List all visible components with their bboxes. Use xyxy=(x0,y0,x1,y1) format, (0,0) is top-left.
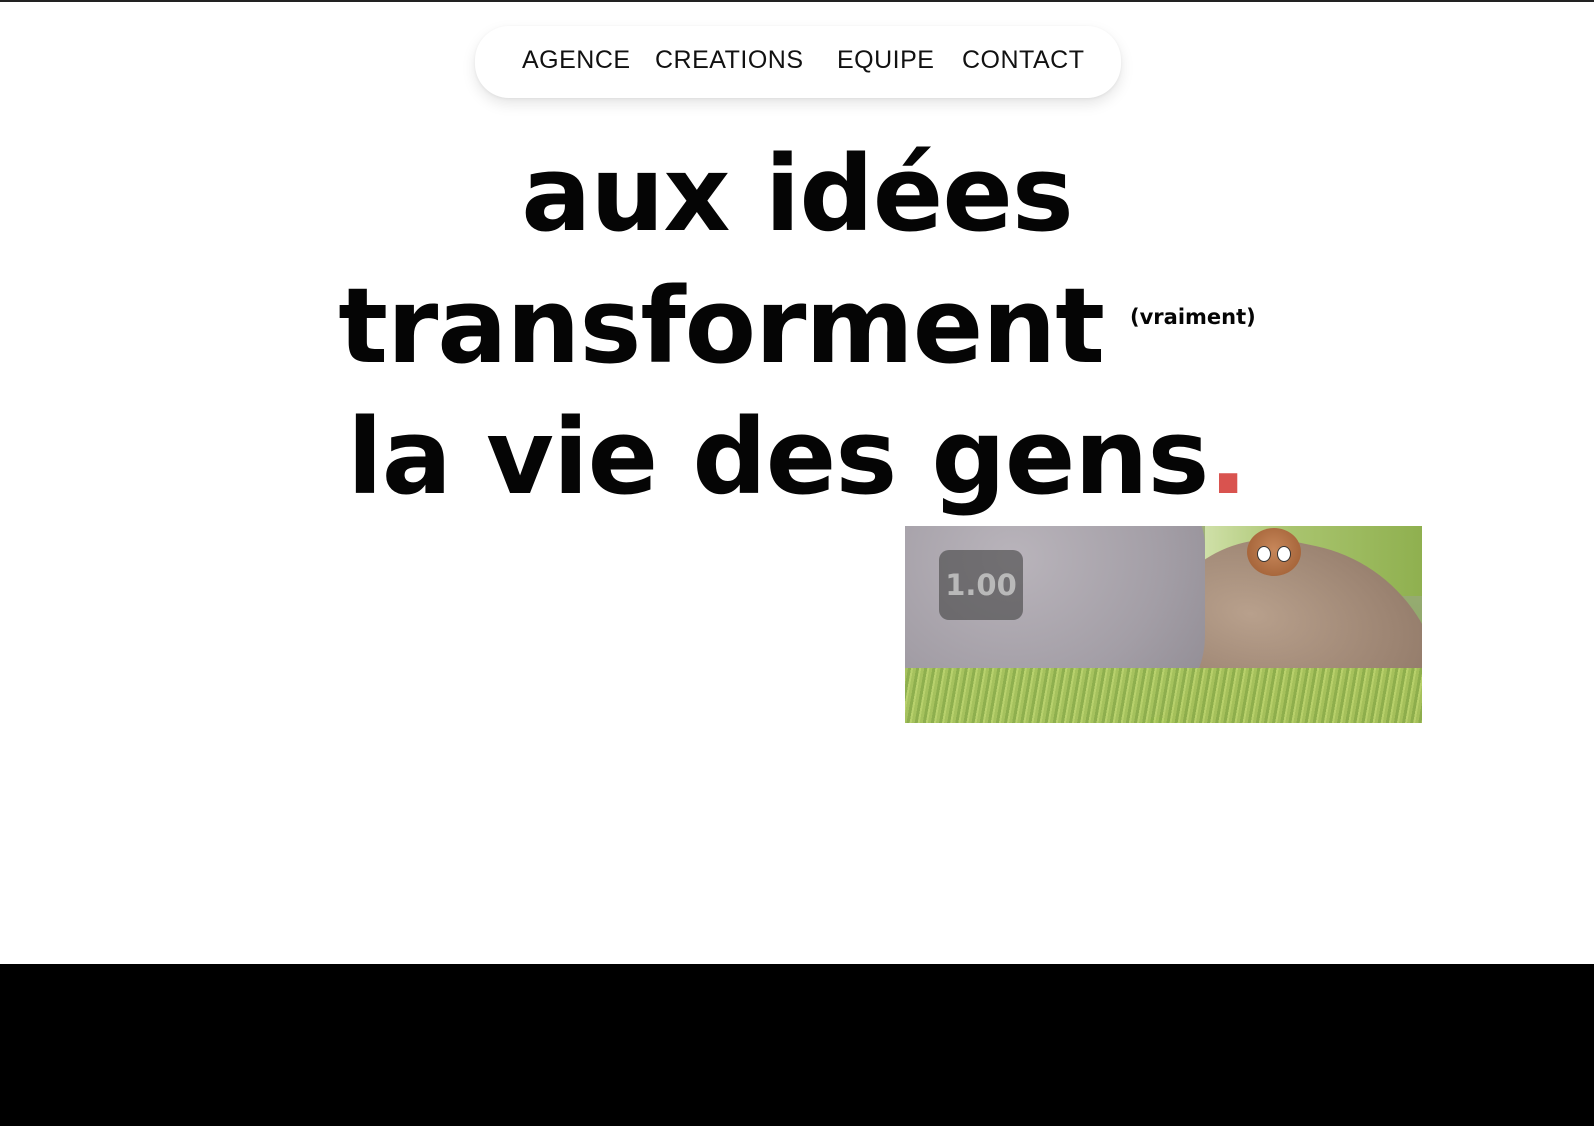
main-nav: AGENCE CREATIONS EQUIPE CONTACT xyxy=(475,26,1121,98)
footer xyxy=(0,964,1594,1126)
video-player[interactable]: 1.00 xyxy=(905,526,1422,723)
critter-eye-left xyxy=(1257,546,1271,562)
nav-item-equipe[interactable]: EQUIPE xyxy=(837,46,934,75)
hero-line-1: aux idées xyxy=(521,133,1074,255)
video-critter xyxy=(1247,528,1301,576)
hero-line-3: la vie des gens. xyxy=(0,405,1594,509)
hero-line-3-text: la vie des gens xyxy=(347,396,1209,518)
video-grass xyxy=(905,668,1422,723)
top-border xyxy=(0,0,1594,2)
hero-line-2: transforment (vraiment) xyxy=(0,274,1594,378)
nav-item-contact[interactable]: CONTACT xyxy=(962,46,1084,75)
nav-item-agence[interactable]: AGENCE xyxy=(522,46,631,75)
hero-aside: (vraiment) xyxy=(1130,305,1256,329)
nav-item-creations[interactable]: CREATIONS xyxy=(655,46,804,75)
critter-eye-right xyxy=(1277,546,1291,562)
playback-speed-badge[interactable]: 1.00 xyxy=(939,550,1023,620)
hero-period: . xyxy=(1208,396,1248,518)
hero-line-2-text: transforment xyxy=(338,265,1105,387)
